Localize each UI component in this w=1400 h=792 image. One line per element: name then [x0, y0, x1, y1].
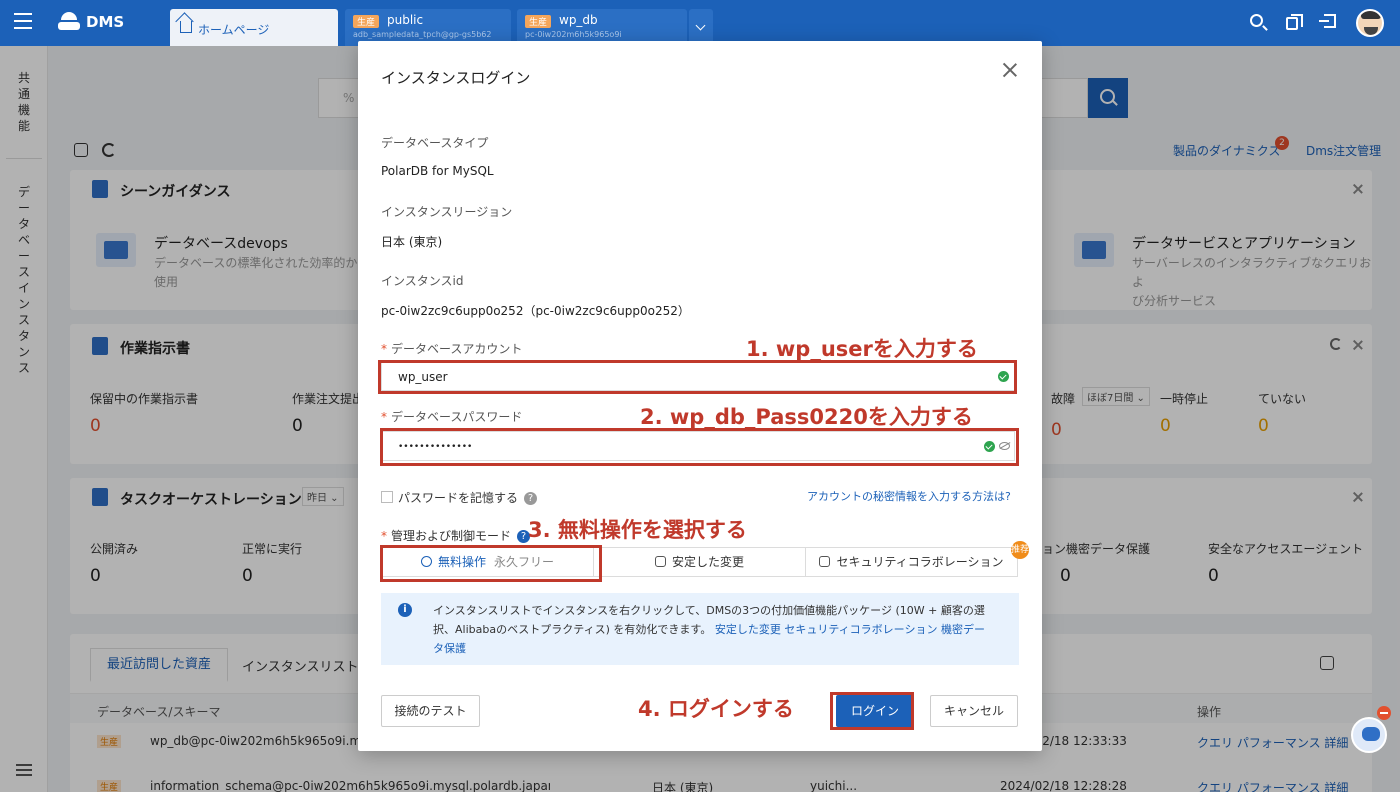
tab-wp-db-name: wp_db: [559, 13, 598, 27]
tab-public-sub: adb_sampledata_tpch@gp-gs5b62: [353, 30, 492, 39]
shield-icon: [654, 556, 666, 567]
region-label: インスタンスリージョン: [381, 205, 513, 219]
menu-icon[interactable]: [14, 13, 32, 29]
instance-id-label: インスタンスid: [381, 274, 464, 288]
app-logo[interactable]: DMS: [58, 12, 124, 32]
env-badge: 生産: [525, 15, 552, 28]
annotation-step3: 3. 無料操作を選択する: [528, 518, 747, 542]
app-name: DMS: [86, 13, 125, 31]
home-icon: [180, 21, 192, 33]
mode-security-collaboration[interactable]: セキュリティコラボレーション: [806, 548, 1017, 576]
top-bar: DMS ホームページ 生産 public adb_sampledata_tpch…: [0, 0, 1400, 46]
annotation-box-account: [378, 360, 1017, 394]
info-notice: i インスタンスリストでインスタンスを右クリックして、DMSの3つの付加価値機能…: [381, 593, 1019, 665]
tab-home-label: ホームページ: [198, 23, 270, 37]
remember-password-checkbox[interactable]: [381, 491, 393, 503]
dms-logo-icon: [58, 12, 80, 32]
help-icon[interactable]: ?: [524, 492, 538, 505]
annotation-step1: 1. wp_userを入力する: [746, 337, 978, 361]
copy-icon[interactable]: [1286, 14, 1303, 30]
user-avatar[interactable]: [1356, 9, 1384, 37]
dialog-title: インスタンスログイン: [381, 69, 531, 87]
secret-help-link[interactable]: アカウントの秘密情報を入力する方法は?: [807, 488, 1011, 504]
annotation-box-password: [380, 428, 1019, 466]
annotation-step4: 4. ログインする: [638, 697, 794, 721]
info-link-security-collab[interactable]: セキュリティコラボレーション: [784, 623, 937, 636]
tab-home[interactable]: ホームページ: [170, 9, 338, 46]
test-connection-button[interactable]: 接続のテスト: [381, 695, 480, 727]
tab-public-name: public: [387, 13, 424, 27]
exit-icon[interactable]: [1319, 14, 1336, 28]
annotation-box-free-mode: [380, 545, 602, 582]
account-label: * データベースアカウント: [381, 342, 523, 356]
info-text: インスタンスリストでインスタンスを右クリックして、DMSの3つの付加価値機能パッ…: [433, 604, 985, 655]
close-icon[interactable]: [1003, 63, 1017, 77]
annotation-step2: 2. wp_db_Pass0220を入力する: [640, 405, 973, 429]
cancel-button[interactable]: キャンセル: [930, 695, 1018, 727]
remember-password-label: パスワードを記憶する?: [398, 489, 538, 506]
shield-icon: [819, 556, 831, 567]
db-type-value: PolarDB for MySQL: [381, 164, 494, 178]
info-icon: i: [398, 603, 412, 617]
search-icon[interactable]: [1250, 14, 1263, 27]
region-value: 日本 (東京): [381, 235, 443, 249]
minimize-badge-icon[interactable]: [1377, 706, 1391, 720]
mode-label: * 管理および制御モード?: [381, 527, 531, 544]
assistant-robot-icon[interactable]: [1351, 717, 1387, 753]
password-label: * データベースパスワード: [381, 410, 523, 424]
instance-login-dialog: インスタンスログイン データベースタイプ PolarDB for MySQL イ…: [358, 41, 1042, 751]
info-link-stable-change[interactable]: 安定した変更: [715, 623, 781, 636]
tab-wp-db-sub: pc-0iw202m6h5k965o9i: [525, 30, 622, 39]
annotation-box-login: [830, 692, 914, 730]
recommended-badge: 推荐: [1011, 541, 1029, 559]
mode-stable-change[interactable]: 安定した変更: [594, 548, 806, 576]
db-type-label: データベースタイプ: [381, 136, 489, 150]
env-badge: 生産: [353, 15, 380, 28]
instance-id-value: pc-0iw2zc9c6upp0o252（pc-0iw2zc9c6upp0o25…: [381, 304, 690, 318]
